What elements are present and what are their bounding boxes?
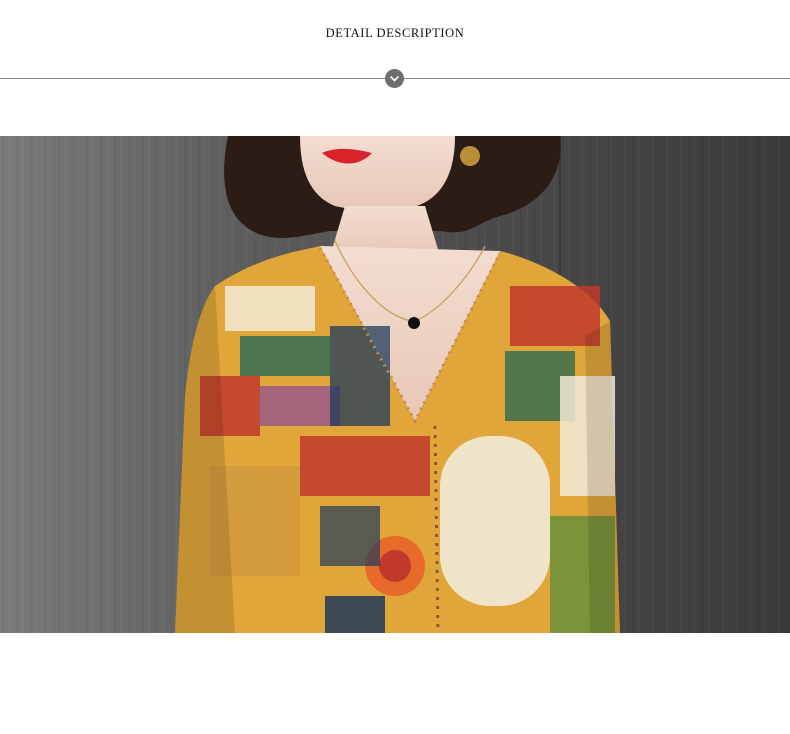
section-title: DETAIL DESCRIPTION [325, 26, 465, 40]
product-photo [0, 136, 790, 633]
chevron-down-icon [385, 69, 404, 88]
product-photo-illustration [0, 136, 790, 633]
